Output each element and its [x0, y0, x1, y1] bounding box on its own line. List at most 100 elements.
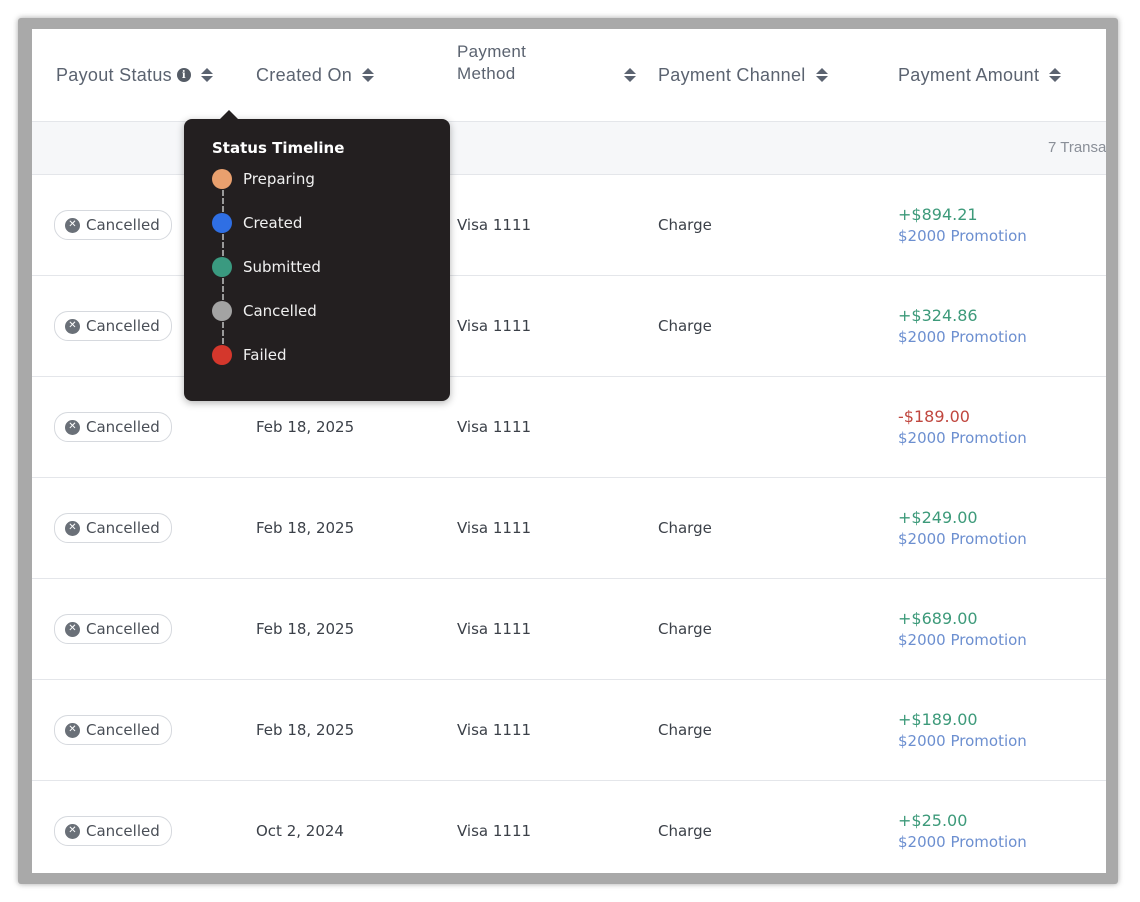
payment-amount-cell: +$189.00 $2000 Promotion — [898, 680, 1027, 780]
payment-method-cell: Visa 1111 — [457, 216, 532, 234]
col-payment-amount[interactable]: Payment Amount — [898, 29, 1062, 121]
payment-amount-cell: +$249.00 $2000 Promotion — [898, 478, 1027, 578]
status-badge-label: Cancelled — [86, 216, 160, 234]
status-badge: ✕ Cancelled — [54, 210, 172, 240]
amount-value: +$249.00 — [898, 508, 978, 527]
table-header: Payout Status i Created On Payment Metho… — [32, 29, 1106, 122]
timeline-item: Failed — [212, 343, 287, 367]
payment-amount-cell: -$189.00 $2000 Promotion — [898, 377, 1027, 477]
payment-method-cell: Visa 1111 — [457, 620, 532, 638]
status-badge: ✕ Cancelled — [54, 715, 172, 745]
payment-channel-cell: Charge — [658, 519, 712, 537]
x-circle-icon: ✕ — [65, 419, 80, 435]
col-payment-amount-label: Payment Amount — [898, 64, 1040, 85]
amount-value: -$189.00 — [898, 407, 970, 426]
timeline-connector — [222, 234, 224, 256]
status-badge-label: Cancelled — [86, 317, 160, 335]
col-payment-method-line2: Method — [457, 64, 516, 83]
status-dot-icon — [212, 257, 232, 277]
payment-amount-cell: +$324.86 $2000 Promotion — [898, 276, 1027, 376]
created-on-cell: Oct 2, 2024 — [256, 822, 344, 840]
status-badge-label: Cancelled — [86, 620, 160, 638]
status-badge-label: Cancelled — [86, 519, 160, 537]
timeline-item: Created — [212, 211, 302, 235]
x-circle-icon: ✕ — [65, 722, 80, 738]
payout-status-cell: ✕ Cancelled — [54, 175, 172, 275]
payment-method-cell: Visa 1111 — [457, 418, 532, 436]
timeline-item: Preparing — [212, 167, 315, 191]
transactions-table: Payout Status i Created On Payment Metho… — [32, 29, 1106, 873]
status-badge: ✕ Cancelled — [54, 412, 172, 442]
col-payment-method[interactable]: Payment Method — [457, 29, 526, 109]
payout-status-cell: ✕ Cancelled — [54, 478, 172, 578]
amount-value: +$894.21 — [898, 205, 978, 224]
sort-icon[interactable] — [200, 68, 213, 82]
info-icon[interactable]: i — [176, 68, 191, 82]
col-created-on[interactable]: Created On — [256, 29, 375, 121]
amount-value: +$25.00 — [898, 811, 968, 830]
timeline-connector — [222, 322, 224, 344]
status-dot-icon — [212, 169, 232, 189]
timeline-item: Submitted — [212, 255, 321, 279]
sort-icon[interactable] — [362, 68, 375, 82]
payment-channel-cell: Charge — [658, 317, 712, 335]
payout-status-cell: ✕ Cancelled — [54, 276, 172, 376]
status-dot-icon — [212, 301, 232, 321]
payment-channel-cell: Charge — [658, 216, 712, 234]
timeline-connector — [222, 278, 224, 300]
sort-icon[interactable] — [1049, 68, 1062, 82]
payout-status-cell: ✕ Cancelled — [54, 680, 172, 780]
amount-value: +$324.86 — [898, 306, 978, 325]
sort-icon[interactable] — [815, 68, 828, 82]
status-timeline-tooltip: Status Timeline Preparing Created Submit… — [184, 110, 450, 401]
created-on-cell: Feb 18, 2025 — [256, 620, 355, 638]
status-badge: ✕ Cancelled — [54, 816, 172, 846]
amount-value: +$189.00 — [898, 710, 978, 729]
col-payment-method-label: Payment Method — [457, 41, 526, 85]
table-row[interactable]: ✕ Cancelled Feb 18, 2025 Visa 1111 Charg… — [32, 579, 1106, 680]
col-created-on-label: Created On — [256, 64, 353, 85]
status-dot-icon — [212, 213, 232, 233]
payment-method-cell: Visa 1111 — [457, 822, 532, 840]
promotion-link[interactable]: $2000 Promotion — [898, 631, 1027, 649]
payout-status-cell: ✕ Cancelled — [54, 781, 172, 873]
payment-method-cell: Visa 1111 — [457, 721, 532, 739]
tooltip-title: Status Timeline — [212, 139, 345, 157]
status-badge: ✕ Cancelled — [54, 311, 172, 341]
payment-amount-cell: +$894.21 $2000 Promotion — [898, 175, 1027, 275]
promotion-link[interactable]: $2000 Promotion — [898, 530, 1027, 548]
timeline-connector — [222, 190, 224, 212]
col-payment-channel-label: Payment Channel — [658, 64, 806, 85]
promotion-link[interactable]: $2000 Promotion — [898, 328, 1027, 346]
table-row[interactable]: ✕ Cancelled Oct 2, 2024 Visa 1111 Charge… — [32, 781, 1106, 873]
table-row[interactable]: ✕ Cancelled Feb 18, 2025 Visa 1111 Charg… — [32, 680, 1106, 781]
timeline-item-label: Cancelled — [243, 302, 317, 320]
status-badge-label: Cancelled — [86, 418, 160, 436]
table-row[interactable]: ✕ Cancelled Feb 18, 2025 Visa 1111 Charg… — [32, 478, 1106, 579]
col-payment-method-sort[interactable] — [614, 29, 636, 121]
payment-method-cell: Visa 1111 — [457, 317, 532, 335]
created-on-cell: Feb 18, 2025 — [256, 721, 355, 739]
promotion-link[interactable]: $2000 Promotion — [898, 429, 1027, 447]
status-badge-label: Cancelled — [86, 822, 160, 840]
status-dot-icon — [212, 345, 232, 365]
sort-icon[interactable] — [624, 68, 636, 82]
promotion-link[interactable]: $2000 Promotion — [898, 833, 1027, 851]
created-on-cell: Feb 18, 2025 — [256, 519, 355, 537]
payment-channel-cell: Charge — [658, 620, 712, 638]
status-badge-label: Cancelled — [86, 721, 160, 739]
col-payment-channel[interactable]: Payment Channel — [658, 29, 828, 121]
payout-status-cell: ✕ Cancelled — [54, 377, 172, 477]
col-payout-status-label: Payout Status — [56, 64, 172, 85]
x-circle-icon: ✕ — [65, 217, 80, 233]
payout-status-cell: ✕ Cancelled — [54, 579, 172, 679]
timeline-item-label: Created — [243, 214, 303, 232]
col-payout-status[interactable]: Payout Status i — [56, 29, 213, 121]
x-circle-icon: ✕ — [65, 823, 80, 839]
promotion-link[interactable]: $2000 Promotion — [898, 732, 1027, 750]
status-badge: ✕ Cancelled — [54, 614, 172, 644]
promotion-link[interactable]: $2000 Promotion — [898, 227, 1027, 245]
x-circle-icon: ✕ — [65, 520, 80, 536]
payment-channel-cell: Charge — [658, 822, 712, 840]
payment-channel-cell: Charge — [658, 721, 712, 739]
